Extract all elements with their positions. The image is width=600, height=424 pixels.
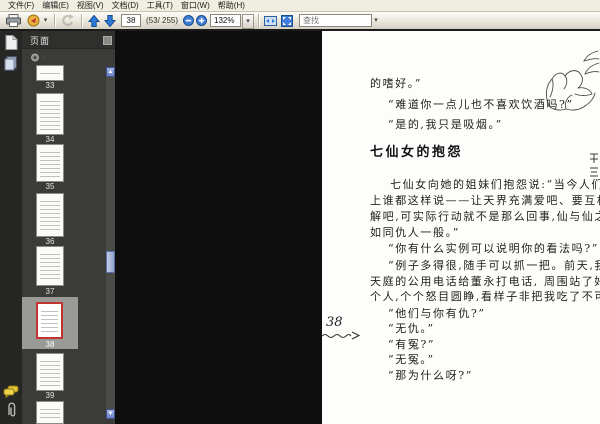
text-line: “他们与你有仇?” <box>388 307 486 320</box>
export-icon <box>27 14 40 27</box>
text-line: 七仙女向她的姐妹们抱怨说:“当今人们嘴 <box>390 178 600 191</box>
text-line: “那为什么呀?” <box>388 369 473 382</box>
text-line: 上谁都这样说——让天界充满爱吧、要互相理 <box>370 194 600 207</box>
text-line: 个人,个个怒目圆睁,看样子非把我吃了不可。” <box>370 290 600 303</box>
thumbnail-label: 37 <box>45 287 55 296</box>
text-line: “例子多得很,随手可以抓一把。前天,我用 <box>388 259 600 272</box>
section-heading: 七仙女的抱怨 <box>370 145 464 160</box>
zoom-out-icon <box>182 15 194 26</box>
search-input[interactable] <box>299 14 372 27</box>
scroll-up-button[interactable]: ▲ <box>106 67 115 77</box>
navigation-tab-strip <box>0 31 23 424</box>
page-number-input[interactable] <box>121 14 141 27</box>
thumbnails-scrollbar[interactable]: ▲ ▼ <box>106 67 115 419</box>
fit-page-icon <box>281 14 293 27</box>
thumbnail-page-37[interactable] <box>36 246 64 286</box>
previous-view-button[interactable] <box>60 13 76 28</box>
thumbnail-label: 34 <box>45 135 55 144</box>
menu-view[interactable]: 视图(V) <box>73 0 108 11</box>
fit-page-button[interactable] <box>280 13 294 28</box>
print-button[interactable] <box>5 13 21 28</box>
text-line: 解吧,可实际行动就不是那么回事,仙与仙之间 <box>370 210 600 223</box>
app-window: 文件(F) 编辑(E) 视图(V) 文档(D) 工具(T) 窗口(W) 帮助(H… <box>0 0 600 424</box>
text-line: 如同仇人一般。” <box>370 226 460 239</box>
menu-tools[interactable]: 工具(T) <box>143 0 177 11</box>
pages-panel: 页面 ▾ 33 34 35 36 37 38 39 ▲ ▼ <box>22 31 115 424</box>
pages-panel-title: 页面 <box>30 36 51 46</box>
search-dropdown-caret[interactable]: ▾ <box>372 13 380 28</box>
text-line: “无仇。” <box>388 322 435 335</box>
selected-thumbnail-highlight: 38 <box>22 297 78 349</box>
export-dropdown-caret[interactable]: ▾ <box>42 13 49 28</box>
menu-bar: 文件(F) 编辑(E) 视图(V) 文档(D) 工具(T) 窗口(W) 帮助(H… <box>0 0 600 12</box>
toolbar: ▾ (53/ 255) <box>0 12 600 29</box>
panel-options-button[interactable]: ▾ <box>30 51 46 63</box>
thumbnail-label: 33 <box>45 81 55 90</box>
thumbnail-label: 36 <box>45 237 55 246</box>
thumbnail-page-34[interactable] <box>36 93 64 135</box>
thumbnail-page-36[interactable] <box>36 193 64 237</box>
zoom-out-button[interactable] <box>182 13 194 28</box>
menu-help[interactable]: 帮助(H) <box>214 0 249 11</box>
previous-page-button[interactable] <box>87 13 101 28</box>
sketch-illustration <box>545 50 600 111</box>
scrollbar-thumb[interactable] <box>106 251 115 273</box>
thumbnail-label: 38 <box>45 340 55 349</box>
layers-tab[interactable] <box>3 55 19 71</box>
panel-close-button[interactable] <box>103 36 112 45</box>
page-number-arrow-doodle <box>322 331 360 340</box>
chevron-down-icon: ▾ <box>246 18 250 25</box>
zoom-level-input[interactable] <box>210 14 241 27</box>
menu-document[interactable]: 文档(D) <box>108 0 143 11</box>
zoom-dropdown-button[interactable]: ▾ <box>242 14 254 29</box>
menu-file[interactable]: 文件(F) <box>4 0 38 11</box>
menu-window[interactable]: 窗口(W) <box>177 0 214 11</box>
fit-width-icon <box>263 15 277 26</box>
thumbnail-page-35[interactable] <box>36 144 64 182</box>
pages-tab[interactable] <box>3 34 19 50</box>
page-down-icon <box>104 14 116 27</box>
stacked-pages-icon <box>4 56 17 70</box>
text-line: “难道你一点儿也不喜欢饮酒吗?” <box>388 98 574 111</box>
comments-icon <box>3 385 19 398</box>
chevron-down-icon: ▾ <box>42 53 46 61</box>
document-page[interactable]: 的嗜好。” “难道你一点儿也不喜欢饮酒吗?” “是的,我只是吸烟。” 七仙女的抱… <box>322 31 600 424</box>
menu-edit[interactable]: 编辑(E) <box>38 0 73 11</box>
zoom-in-button[interactable] <box>195 13 207 28</box>
thumbnail-page-39[interactable] <box>36 353 64 391</box>
text-line: 天庭的公用电话给董永打电话, 周围站了好几 <box>370 275 600 288</box>
text-line: “是的,我只是吸烟。” <box>388 118 503 131</box>
page-thumbnail-icon <box>5 34 17 50</box>
thumbnail-page-38-selected[interactable] <box>36 302 63 339</box>
thumbnail-page-33[interactable] <box>36 65 64 81</box>
text-line: “无冤。” <box>388 353 435 366</box>
options-gear-icon <box>31 53 39 61</box>
export-button[interactable] <box>26 13 42 28</box>
page-up-icon <box>88 14 100 27</box>
comments-tab[interactable] <box>3 383 19 399</box>
thumbnail-label: 35 <box>45 182 55 191</box>
previous-view-icon <box>62 14 74 26</box>
page-edge-mark <box>590 153 598 177</box>
text-line: “有冤?” <box>388 338 436 351</box>
fit-width-button[interactable] <box>263 13 277 28</box>
next-page-button[interactable] <box>103 13 117 28</box>
thumbnail-page-40-partial[interactable] <box>36 401 64 424</box>
thumbnail-label: 39 <box>45 391 55 400</box>
zoom-in-icon <box>195 15 207 26</box>
text-line: “你有什么实例可以说明你的看法吗?” <box>388 242 599 255</box>
attachments-tab[interactable] <box>3 402 19 418</box>
scroll-down-button[interactable]: ▼ <box>106 409 115 419</box>
page-count-label: (53/ 255) <box>146 16 179 25</box>
pages-panel-header: 页面 <box>22 31 115 49</box>
printed-page-number: 38 <box>326 315 343 330</box>
paperclip-icon <box>7 402 15 416</box>
text-line: 的嗜好。” <box>370 77 423 90</box>
print-icon <box>5 14 21 27</box>
